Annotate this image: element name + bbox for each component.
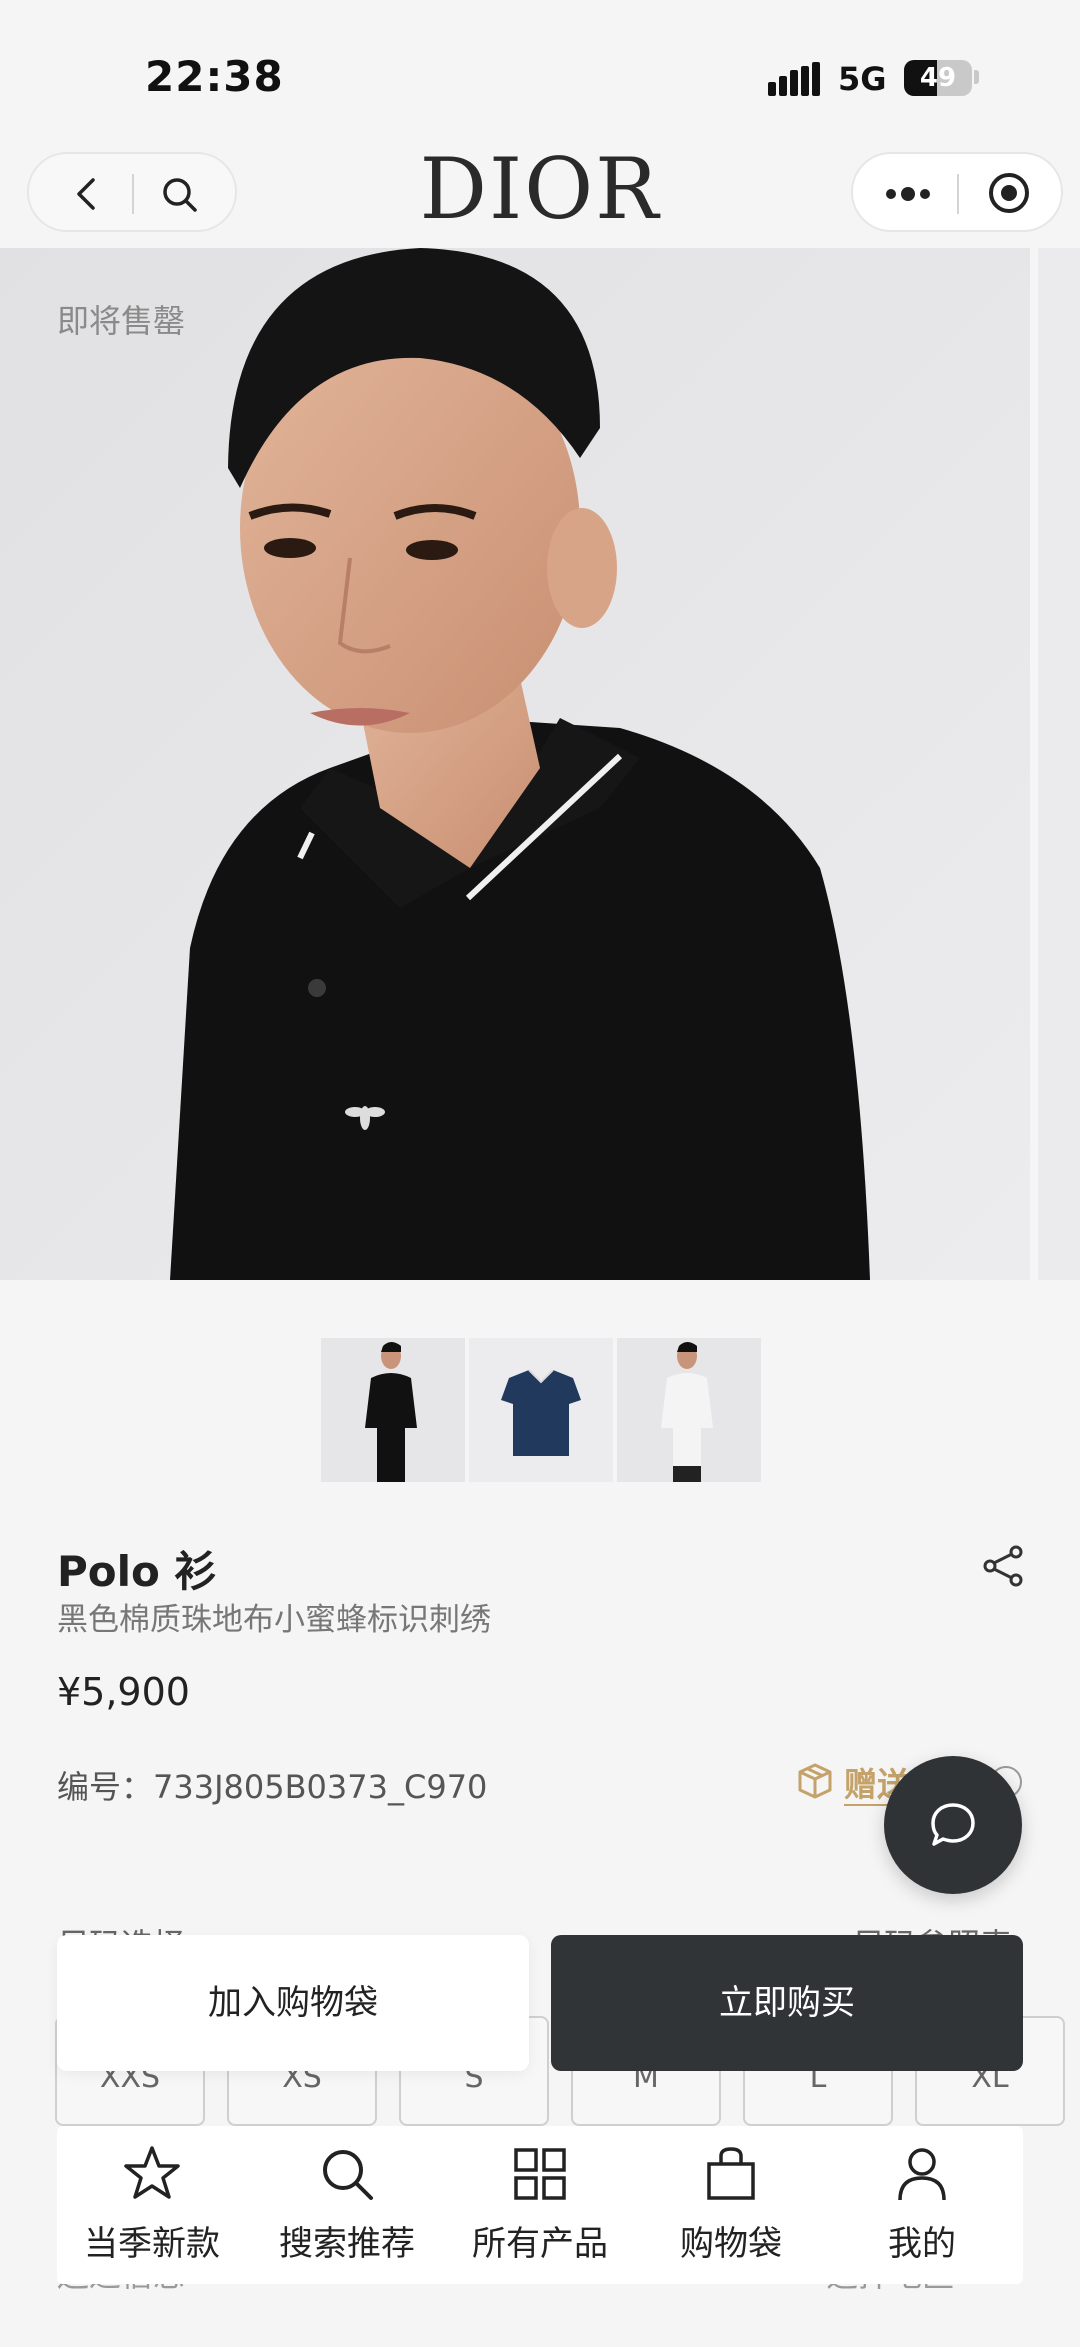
- star-icon: [124, 2146, 180, 2199]
- product-name: Polo 衫: [57, 1547, 217, 1596]
- tab-search[interactable]: 搜索推荐: [262, 2144, 432, 2284]
- tab-label: 所有产品: [472, 2224, 608, 2264]
- thumbnail-black-polo[interactable]: [321, 1338, 465, 1482]
- close-miniprogram-icon[interactable]: [987, 171, 1031, 215]
- tab-label: 购物袋: [680, 2224, 782, 2264]
- share-icon[interactable]: [982, 1544, 1026, 1588]
- tab-label: 搜索推荐: [279, 2224, 415, 2264]
- thumbnail-navy-polo[interactable]: [469, 1338, 613, 1482]
- bottom-tab-bar: 当季新款 搜索推荐 所有产品 购物袋 我的: [57, 2126, 1023, 2284]
- grid-icon: [514, 2148, 566, 2200]
- product-description: 黑色棉质珠地布小蜜蜂标识刺绣: [57, 1602, 491, 1638]
- gift-box-icon: [798, 1763, 832, 1799]
- product-sku: 编号：733J805B0373_C970: [57, 1768, 488, 1806]
- thumbnail-white-polo[interactable]: [617, 1338, 761, 1482]
- status-time: 22:38: [145, 52, 284, 101]
- network-type: 5G: [838, 60, 887, 98]
- tab-label: 当季新款: [84, 2224, 220, 2264]
- person-icon: [898, 2148, 946, 2201]
- add-to-bag-button[interactable]: 加入购物袋: [57, 1935, 529, 2071]
- capsule-divider: [957, 174, 959, 214]
- tab-profile[interactable]: 我的: [837, 2144, 1007, 2284]
- tab-label: 我的: [888, 2224, 956, 2264]
- search-icon: [323, 2150, 373, 2200]
- chat-button[interactable]: [884, 1756, 1022, 1894]
- bag-icon: [707, 2147, 755, 2200]
- stock-badge: 即将售罄: [57, 302, 186, 340]
- tab-all-products[interactable]: 所有产品: [455, 2144, 625, 2284]
- product-price: ¥5,900: [57, 1670, 190, 1714]
- model-illustration: [0, 248, 1030, 1280]
- product-hero-image[interactable]: [0, 248, 1030, 1280]
- nav-right-capsule: [851, 152, 1063, 232]
- tab-new-season[interactable]: 当季新款: [67, 2144, 237, 2284]
- more-icon[interactable]: [883, 176, 933, 212]
- tab-shopping-bag[interactable]: 购物袋: [646, 2144, 816, 2284]
- battery-level: 49: [919, 63, 957, 93]
- battery-cap: [974, 70, 979, 84]
- status-bar: 22:38 5G 49: [0, 0, 1080, 150]
- signal-icon: [768, 62, 820, 96]
- buy-now-button[interactable]: 立即购买: [551, 1935, 1023, 2071]
- next-image-peek: [1038, 248, 1080, 1280]
- battery-icon: 49: [904, 60, 972, 96]
- chat-bubble-icon: [931, 1803, 975, 1846]
